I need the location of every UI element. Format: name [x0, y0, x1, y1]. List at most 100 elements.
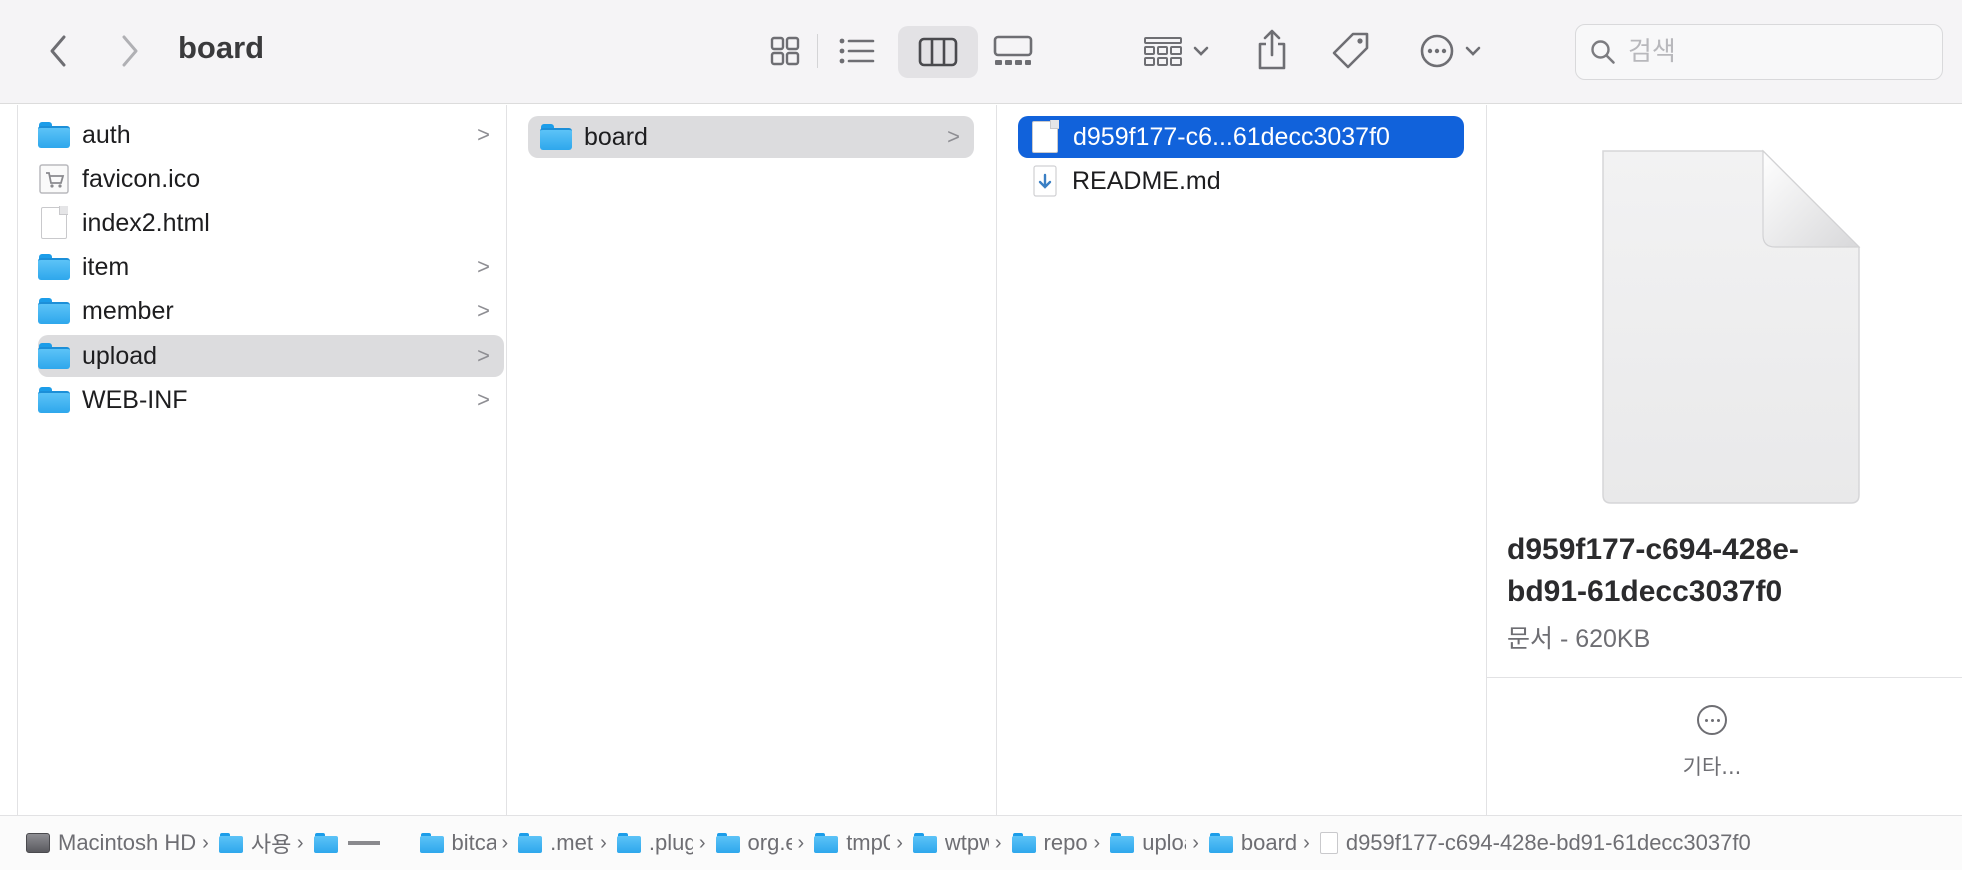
crumb-separator: ›: [698, 831, 706, 854]
crumb-label: upload: [1142, 830, 1186, 855]
item-name: board: [584, 122, 648, 151]
crumb-label: 사용자: [250, 832, 291, 857]
folder-icon: [419, 833, 444, 853]
crumb-label: Macintosh HD: [58, 830, 197, 855]
search-icon: [1591, 40, 1615, 64]
folder-icon: [38, 387, 70, 413]
toolbar-divider: [817, 34, 818, 68]
path-crumb[interactable]: [313, 833, 380, 853]
path-crumb[interactable]: upload ›: [1110, 830, 1203, 856]
list-item[interactable]: index2.html: [38, 202, 504, 244]
list-item[interactable]: README.md: [1018, 160, 1464, 202]
icon-view-icon: [770, 36, 800, 66]
gallery-view-icon: [993, 35, 1033, 65]
chevron-right-icon: >: [477, 298, 490, 323]
list-item-selected[interactable]: board >: [528, 116, 974, 158]
crumb-separator: ›: [994, 831, 1002, 854]
crumb-separator: ›: [896, 831, 903, 854]
folder-icon: [38, 122, 70, 148]
path-crumb[interactable]: .metadata ›: [518, 830, 611, 856]
list-view-button[interactable]: [832, 28, 882, 74]
path-crumb[interactable]: Macintosh HD ›: [26, 830, 213, 856]
crumb-label: bitcamp: [451, 830, 496, 855]
folder-icon: [715, 833, 740, 853]
crumb-label: tmp0: [846, 830, 890, 855]
item-name: upload: [82, 341, 158, 370]
list-item[interactable]: auth >: [38, 114, 504, 156]
crumb-label: .metadata: [550, 830, 594, 855]
crumb-separator: ›: [1093, 831, 1101, 854]
window-title: board: [178, 30, 265, 65]
folder-icon: [38, 298, 70, 324]
column-view-button[interactable]: [898, 26, 978, 78]
path-crumb[interactable]: .plugins›: [616, 830, 710, 856]
path-crumb[interactable]: org.eclipse›: [715, 830, 809, 856]
tag-icon: [1332, 32, 1369, 69]
preview-kind-size: 문서 - 620KB: [1507, 625, 1651, 653]
markdown-file-icon: [1033, 165, 1057, 197]
folder-icon: [616, 833, 641, 853]
crumb-separator: ›: [797, 831, 805, 854]
item-name: auth: [82, 120, 131, 149]
item-name: member: [82, 296, 174, 325]
share-icon: [1258, 29, 1286, 70]
gallery-view-button[interactable]: [988, 28, 1038, 74]
list-item-selected[interactable]: upload >: [38, 335, 504, 377]
list-item[interactable]: WEB-INF >: [38, 379, 504, 421]
more-actions-button[interactable]: [1412, 28, 1488, 74]
folder-icon: [1011, 833, 1036, 853]
path-crumb[interactable]: board ›: [1208, 830, 1314, 856]
icon-view-button[interactable]: [760, 28, 810, 74]
crumb-separator: ›: [1303, 831, 1310, 854]
list-item[interactable]: member >: [38, 290, 504, 332]
more-icon: [1697, 705, 1727, 735]
search-field[interactable]: [1575, 24, 1943, 80]
folder-icon: [1110, 833, 1135, 853]
crumb-separator: ›: [202, 831, 209, 854]
column-view-icon: [918, 37, 958, 67]
preview-title-line: d959f177-c694-428e-: [1507, 533, 1799, 566]
disk-icon: [26, 833, 50, 853]
favicon-file-icon: [39, 164, 69, 194]
crumb-label: org.eclipse: [747, 830, 792, 855]
path-crumb[interactable]: repo ›: [1011, 830, 1105, 856]
path-crumb[interactable]: bitcamp›: [419, 830, 513, 856]
more-label: 기타...: [1682, 755, 1742, 779]
path-crumb[interactable]: d959f177-c694-428e-bd91-61decc3037f0: [1319, 830, 1751, 856]
path-crumb[interactable]: tmp0 ›: [814, 830, 907, 856]
folder-icon: [814, 833, 839, 853]
folder-icon: [1208, 833, 1233, 853]
list-item[interactable]: favicon.ico: [38, 158, 504, 200]
item-name: WEB-INF: [82, 385, 188, 414]
forward-button[interactable]: [112, 30, 148, 72]
list-item-selected[interactable]: d959f177-c6...61decc3037f0: [1018, 116, 1464, 158]
file-icon: [41, 206, 68, 239]
crumb-separator: ›: [501, 831, 509, 854]
column-3: d959f177-c6...61decc3037f0 README.md: [997, 105, 1487, 815]
path-crumb[interactable]: 사용자›: [218, 827, 308, 859]
path-crumb[interactable]: wtpwebapps›: [912, 830, 1006, 856]
crumb-label: .plugins: [648, 830, 693, 855]
group-by-button[interactable]: [1136, 28, 1216, 74]
chevron-down-icon: [1465, 46, 1481, 56]
folder-icon: [518, 833, 543, 853]
preview-more-button[interactable]: 기타...: [1667, 705, 1757, 795]
column-1: auth > favicon.ico index2.html item > me…: [18, 105, 507, 815]
document-preview-icon: [1602, 149, 1861, 504]
chevron-left-icon: [50, 35, 66, 67]
search-input[interactable]: [1628, 37, 1928, 67]
item-name: d959f177-c6...61decc3037f0: [1073, 122, 1390, 151]
list-item[interactable]: item >: [38, 246, 504, 288]
tag-button[interactable]: [1326, 26, 1376, 76]
folder-icon: [38, 254, 70, 280]
chevron-right-icon: >: [477, 343, 490, 368]
back-button[interactable]: [40, 30, 76, 72]
folder-icon: [912, 833, 937, 853]
preview-title-line: bd91-61decc3037f0: [1507, 575, 1783, 608]
crumb-label: board: [1240, 830, 1298, 855]
share-button[interactable]: [1250, 24, 1294, 76]
chevron-right-icon: >: [477, 387, 490, 412]
chevron-right-icon: >: [477, 122, 490, 147]
crumb-label: d959f177-c694-428e-bd91-61decc3037f0: [1345, 830, 1751, 855]
chevron-right-icon: [122, 35, 138, 67]
